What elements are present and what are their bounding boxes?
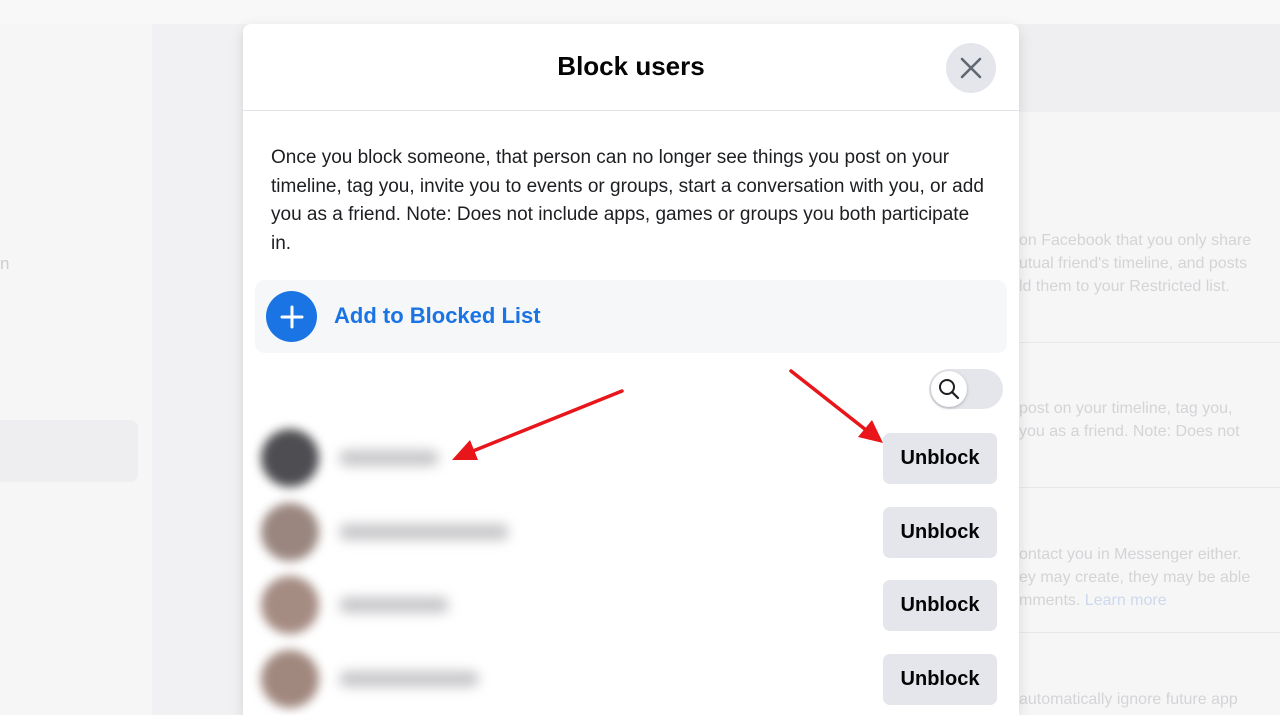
avatar [261,503,319,561]
close-icon [960,57,982,79]
close-button[interactable] [946,43,996,93]
blocked-user-row: Unblock [243,497,1019,567]
blocked-user-row: Unblock [243,644,1019,714]
search-blocked-toggle[interactable] [929,369,1003,409]
blurred-user-name [339,450,439,466]
unblock-button[interactable]: Unblock [883,507,997,558]
unblock-button[interactable]: Unblock [883,433,997,484]
dialog-title: Block users [557,51,705,81]
unblock-button[interactable]: Unblock [883,580,997,631]
blurred-user-name [339,524,509,540]
avatar [261,576,319,634]
dialog-header: Block users [243,24,1019,111]
avatar [261,429,319,487]
plus-icon [266,291,317,342]
avatar [261,650,319,708]
add-to-blocked-list-button[interactable]: Add to Blocked List [255,280,1007,353]
search-icon [931,371,967,407]
unblock-button[interactable]: Unblock [883,654,997,705]
blocked-user-row: Unblock [243,423,1019,493]
blurred-user-name [339,597,449,613]
add-to-blocked-list-label: Add to Blocked List [334,303,541,328]
block-users-dialog: Block users Once you block someone, that… [243,24,1019,715]
block-description: Once you block someone, that person can … [271,147,984,254]
blocked-user-row: Unblock [243,570,1019,640]
blurred-user-name [339,671,479,687]
